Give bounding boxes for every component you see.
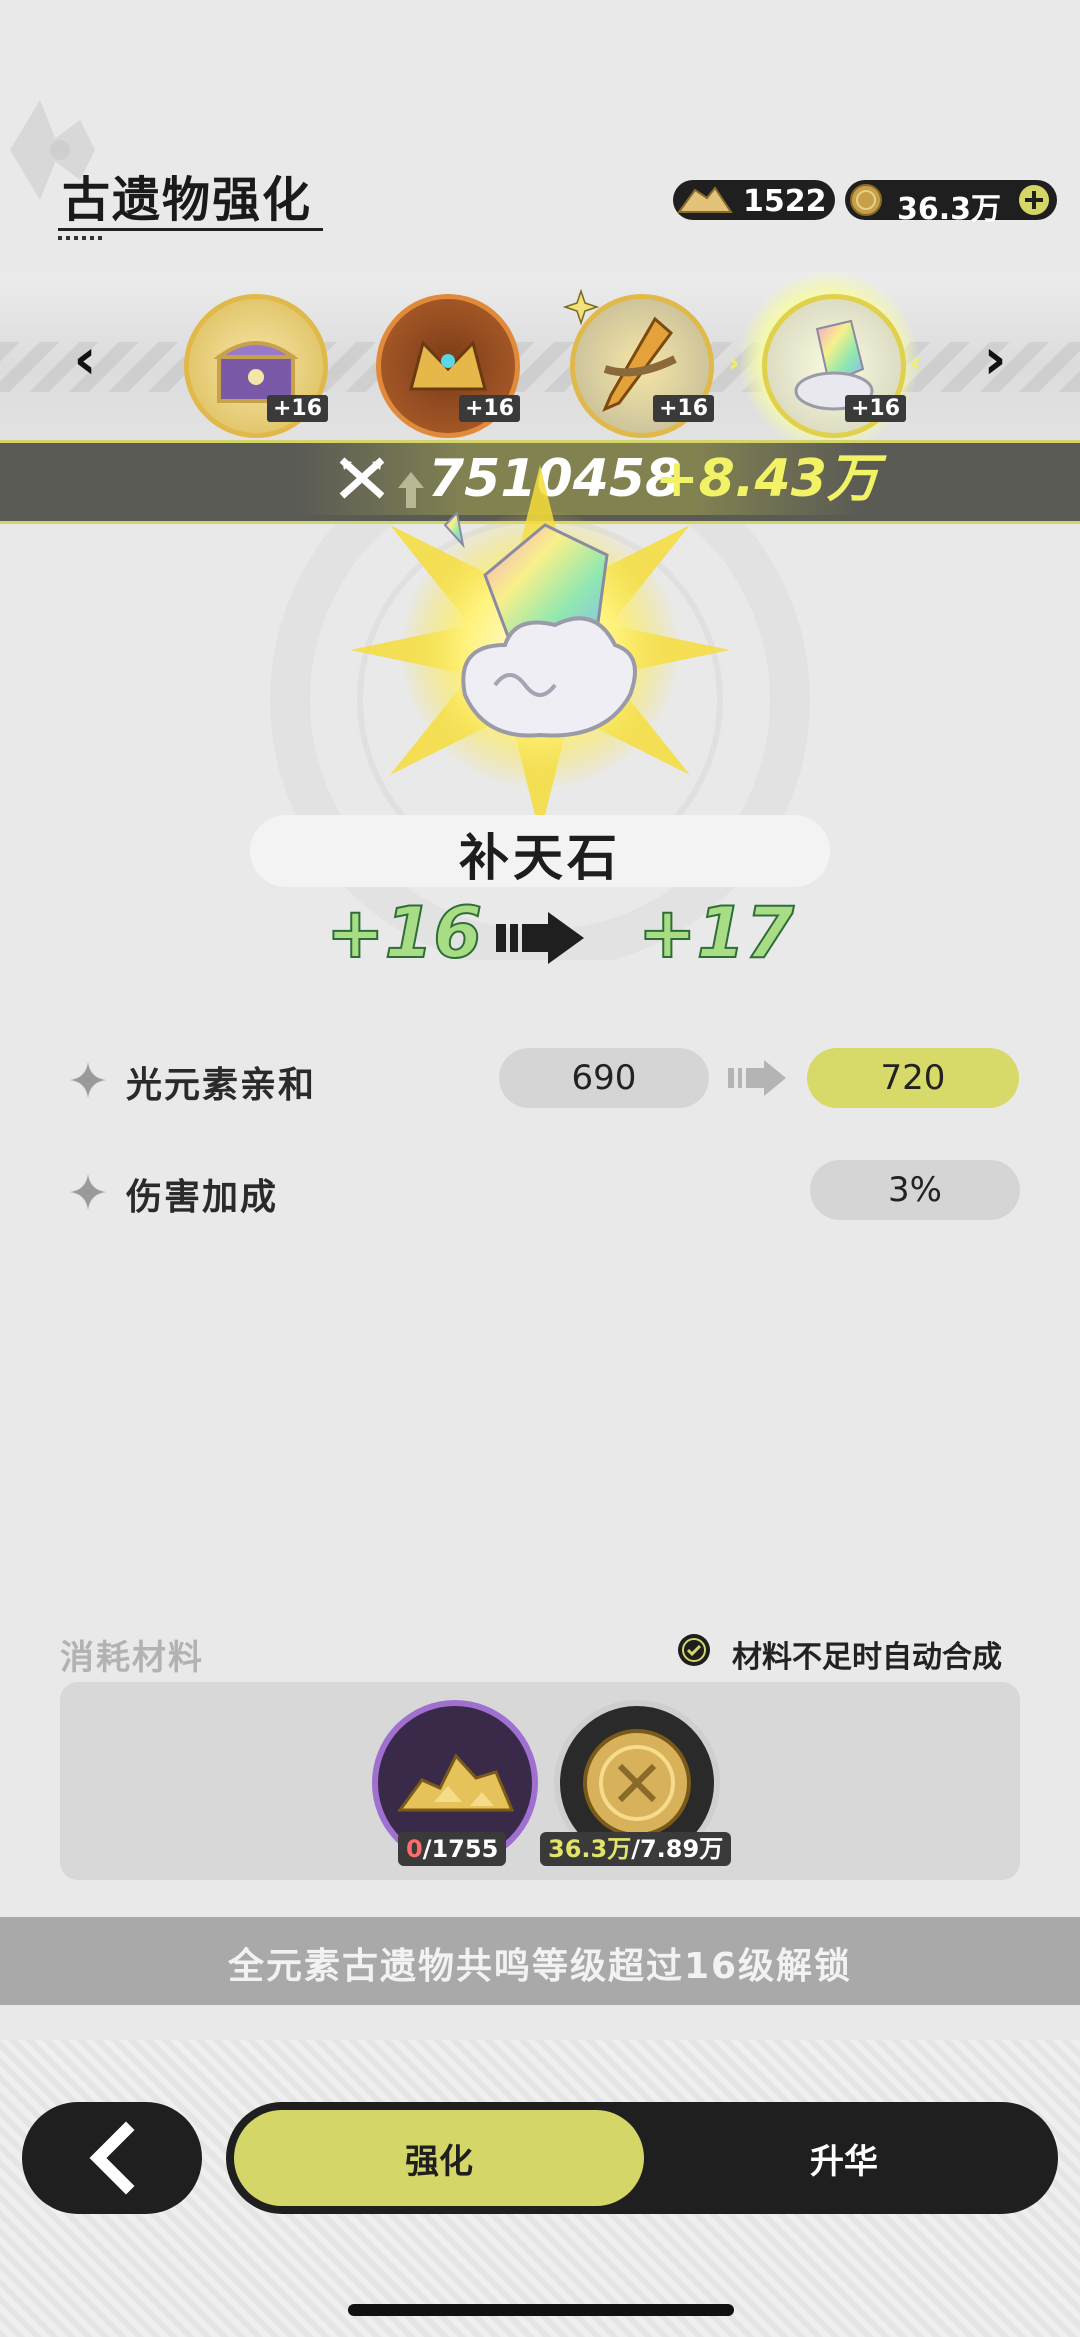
stat-arrow-icon <box>728 1060 786 1096</box>
back-arrow-icon <box>89 2121 135 2195</box>
relic-level-badge: +16 <box>653 395 715 422</box>
tab-enhance[interactable]: 强化 <box>289 2134 589 2183</box>
title-underline <box>58 228 323 231</box>
relic-name: 补天石 <box>459 829 621 887</box>
auto-synthesize-label: 材料不足时自动合成 <box>732 1640 1002 1675</box>
selected-right-chevron-icon: ‹ <box>910 346 922 379</box>
relic-slot-3[interactable]: +16 <box>563 289 715 438</box>
relic-slot-4-selected[interactable]: +16 <box>762 294 907 438</box>
checkmark-icon <box>682 1638 706 1662</box>
hero-relic-burst <box>350 465 730 835</box>
material-count-gold-coin: 36.3万/7.89万 <box>540 1832 732 1866</box>
back-button[interactable] <box>22 2102 202 2214</box>
relic-slot-1[interactable]: +16 <box>184 294 329 438</box>
relic-level-badge: +16 <box>459 395 521 422</box>
gold-currency: 36.3万 <box>845 180 1057 227</box>
ore-currency: 1522 <box>673 180 835 220</box>
ore-amount: 1522 <box>743 184 827 219</box>
star-icon <box>563 289 599 325</box>
stat-current-light-affinity: 690 <box>499 1048 709 1108</box>
prev-relic-arrow[interactable]: ‹ <box>60 330 110 390</box>
home-indicator <box>348 2304 734 2316</box>
stat-label-damage-bonus: 伤害加成 <box>126 1177 279 1218</box>
auto-synthesize-checkbox[interactable] <box>678 1634 710 1666</box>
title-dots <box>58 236 104 240</box>
page-title: 古遗物强化 <box>62 172 313 228</box>
add-gold-icon[interactable] <box>1017 183 1051 217</box>
gold-amount: 36.3万 <box>897 192 1002 227</box>
relic-level-badge: +16 <box>267 395 329 422</box>
tab-ascend[interactable]: 升华 <box>694 2134 994 2183</box>
stat-next-light-affinity: 720 <box>807 1048 1019 1108</box>
selected-left-chevron-icon: › <box>728 346 740 379</box>
sparkle-icon <box>70 1174 106 1210</box>
next-relic-arrow[interactable]: › <box>970 330 1020 390</box>
ore-pile-icon <box>677 186 733 213</box>
next-level: +17 <box>637 891 795 975</box>
stat-current-damage-bonus: 3% <box>810 1160 1020 1220</box>
lock-message: 全元素古遗物共鸣等级超过16级解锁 <box>227 1946 853 1987</box>
relic-level-badge: +16 <box>845 395 907 422</box>
level-arrow-icon <box>496 912 584 964</box>
relic-slot-2[interactable]: +16 <box>376 294 521 438</box>
sparkle-icon <box>70 1062 106 1098</box>
gold-coin-icon <box>850 184 882 216</box>
material-count-gold-ore: 0/1755 <box>398 1832 507 1866</box>
stat-label-light-affinity: 光元素亲和 <box>126 1065 317 1106</box>
materials-title: 消耗材料 <box>60 1638 204 1678</box>
current-level: +16 <box>325 891 483 975</box>
